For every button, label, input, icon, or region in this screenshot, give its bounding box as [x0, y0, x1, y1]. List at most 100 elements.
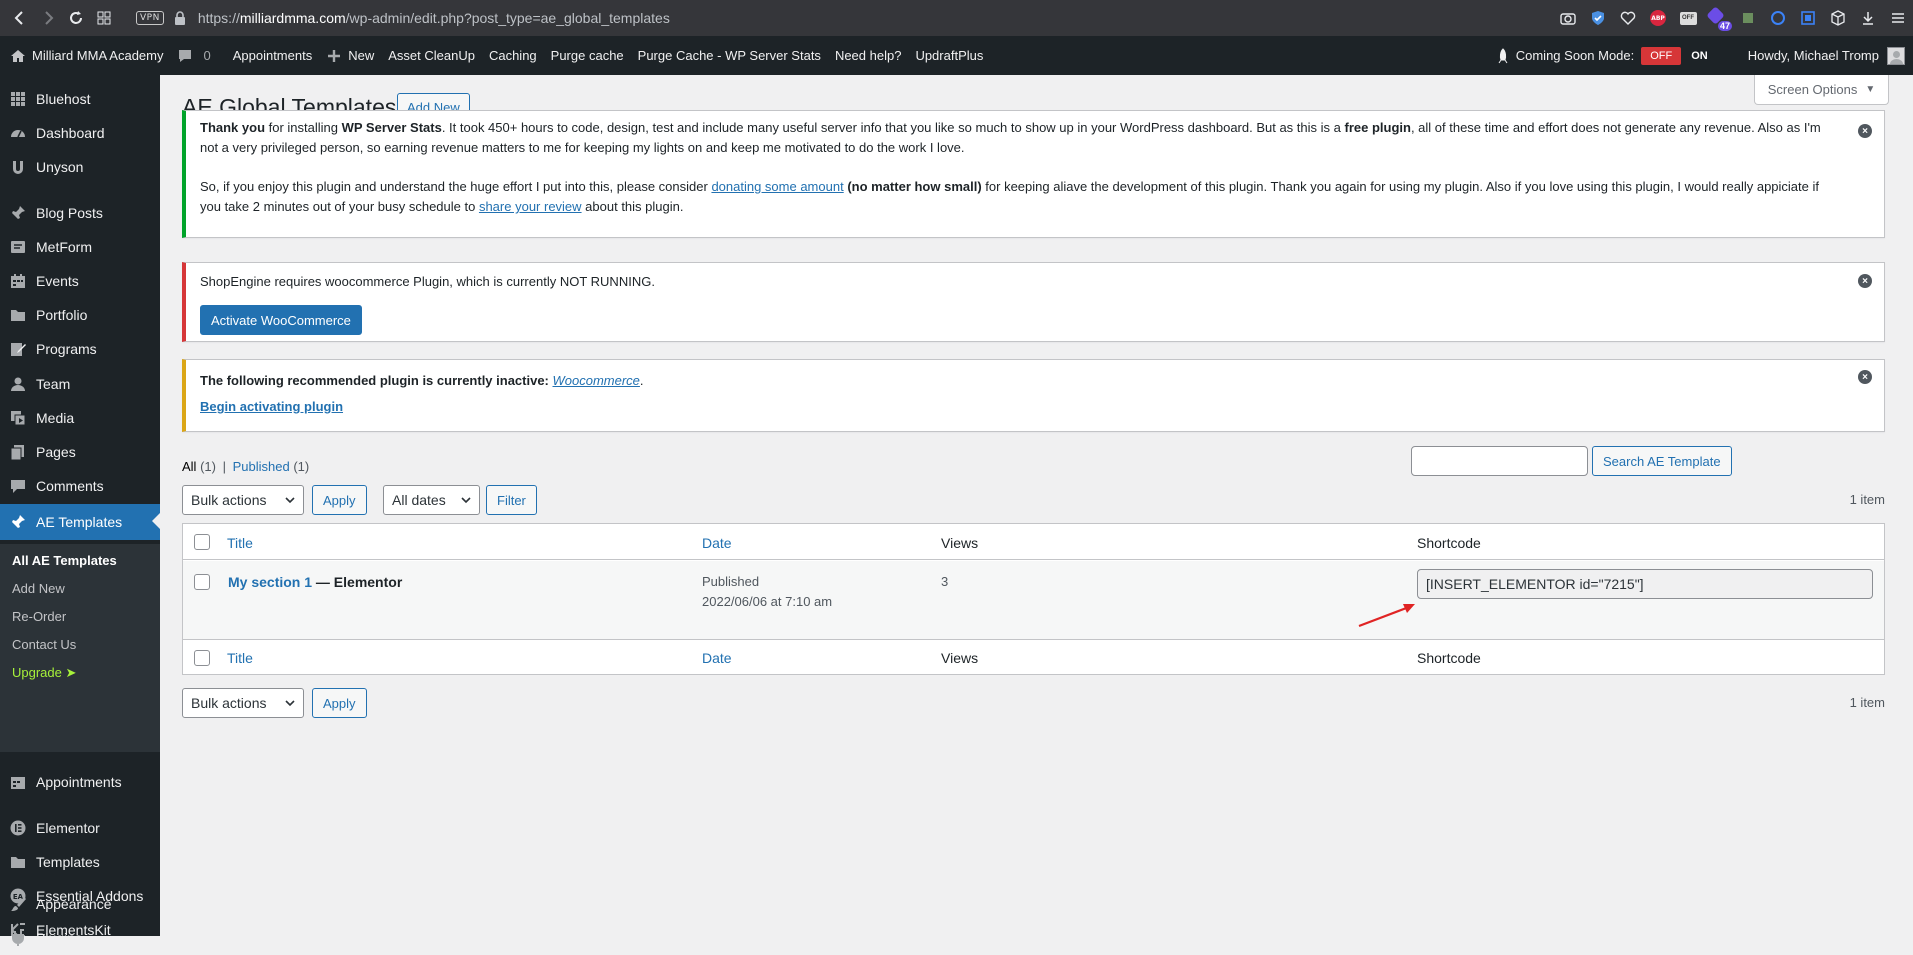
submenu-contact-us[interactable]: Contact Us — [12, 637, 76, 652]
heart-icon[interactable] — [1613, 0, 1643, 36]
tabs-grid-icon[interactable] — [90, 4, 118, 32]
sidebar-item-portfolio[interactable]: Portfolio — [0, 298, 160, 332]
sidebar-item-label: Pages — [36, 444, 76, 460]
vpn-badge[interactable]: VPN — [136, 11, 164, 25]
all-dates-value: All dates — [392, 492, 446, 508]
screen-options-button[interactable]: Screen Options ▼ — [1754, 75, 1889, 105]
coming-soon-on-toggle[interactable]: ON — [1691, 50, 1708, 62]
cube-extension-icon[interactable] — [1733, 0, 1763, 36]
frame-extension-icon[interactable] — [1793, 0, 1823, 36]
sidebar-item-ae-templates[interactable]: AE Templates — [0, 504, 160, 540]
forward-icon[interactable] — [34, 4, 62, 32]
sidebar-item-events[interactable]: Events — [0, 264, 160, 298]
column-date-footer[interactable]: Date — [702, 650, 732, 666]
sidebar-item-label: AE Templates — [36, 514, 123, 530]
sidebar-item-dashboard[interactable]: Dashboard — [0, 116, 160, 150]
sidebar-item-appointments[interactable]: Appointments — [0, 765, 160, 799]
caret-down-icon: ▼ — [1865, 84, 1876, 95]
bulk-actions-select-bottom[interactable]: Bulk actions — [182, 688, 304, 718]
address-bar[interactable]: https://milliardmma.com/wp-admin/edit.ph… — [198, 10, 670, 26]
bulk-actions-select-top[interactable]: Bulk actions — [182, 485, 304, 515]
search-ae-template-button[interactable]: Search AE Template — [1592, 446, 1732, 476]
sidebar-item-appearance[interactable]: Appearance — [0, 887, 160, 921]
adminbar-need-help[interactable]: Need help? — [835, 48, 902, 63]
select-all-checkbox[interactable] — [194, 534, 210, 550]
adminbar-purge-cache-wpss[interactable]: Purge Cache - WP Server Stats — [638, 48, 821, 63]
date-filter-select[interactable]: All dates — [383, 485, 480, 515]
dismiss-icon[interactable]: × — [1858, 124, 1872, 138]
wpss-notice-paragraph-1: Thank you for installing WP Server Stats… — [200, 118, 1840, 158]
sidebar-item-label: Bluehost — [36, 91, 91, 107]
sidebar-item-plugins[interactable]: Plugins — [0, 921, 160, 955]
table-row: My section 1 — Elementor Published 2022/… — [183, 561, 1884, 639]
filter-all[interactable]: All — [182, 459, 196, 474]
reload-icon[interactable] — [62, 4, 90, 32]
sidebar-item-elementor[interactable]: Elementor — [0, 811, 160, 845]
table-footer: Title Date Views Shortcode — [183, 639, 1884, 675]
column-title-header[interactable]: Title — [227, 535, 253, 551]
adminbar-new[interactable]: New — [326, 48, 374, 64]
annotation-arrow-icon — [1358, 604, 1415, 628]
sidebar-item-blog-posts[interactable]: Blog Posts — [0, 196, 160, 230]
submenu-all-ae-templates[interactable]: All AE Templates — [12, 553, 117, 568]
download-icon[interactable] — [1853, 0, 1883, 36]
sidebar-item-pages[interactable]: Pages — [0, 435, 160, 469]
back-icon[interactable] — [6, 4, 34, 32]
column-title-footer[interactable]: Title — [227, 650, 253, 666]
screenshot-icon[interactable] — [1553, 0, 1583, 36]
donate-link[interactable]: donating some amount — [711, 179, 843, 194]
sidebar-item-label: Elementor — [36, 820, 100, 836]
box-icon[interactable] — [1823, 0, 1853, 36]
coming-soon-off-toggle[interactable]: OFF — [1641, 46, 1682, 65]
filter-published[interactable]: Published — [233, 459, 290, 474]
select-all-checkbox-bottom[interactable] — [194, 650, 210, 666]
sidebar-item-metform[interactable]: MetForm — [0, 230, 160, 264]
sidebar-item-programs[interactable]: Programs — [0, 332, 160, 366]
url-path: /wp-admin/edit.php?post_type=ae_global_t… — [345, 10, 670, 26]
badge-extension-icon[interactable]: 47 — [1703, 0, 1733, 36]
submenu-add-new[interactable]: Add New — [12, 581, 65, 596]
sidebar-item-bluehost[interactable]: Bluehost — [0, 82, 160, 116]
submenu-upgrade[interactable]: Upgrade ➤ — [12, 665, 76, 681]
off-extension-icon[interactable]: OFF — [1673, 0, 1703, 36]
filter-all-count: (1) — [200, 459, 216, 474]
browser-menu-icon[interactable] — [1883, 0, 1913, 36]
column-date-header[interactable]: Date — [702, 535, 732, 551]
sidebar-item-unyson[interactable]: Unyson — [0, 150, 160, 184]
shield-icon[interactable] — [1583, 0, 1613, 36]
search-input[interactable] — [1411, 446, 1588, 476]
site-name-link[interactable]: Milliard MMA Academy — [10, 48, 163, 64]
lock-icon[interactable] — [174, 11, 186, 25]
adminbar-asset-cleanup[interactable]: Asset CleanUp — [388, 48, 475, 63]
filter-published-count: (1) — [293, 459, 310, 474]
adminbar-appointments[interactable]: Appointments — [233, 48, 313, 63]
circle-extension-icon[interactable] — [1763, 0, 1793, 36]
folder-icon — [0, 306, 36, 324]
row-title-link[interactable]: My section 1 — [228, 574, 312, 590]
my-account-menu[interactable]: Howdy, Michael Tromp — [1748, 46, 1905, 65]
adblock-icon[interactable]: ABP — [1643, 0, 1673, 36]
dismiss-icon[interactable]: × — [1858, 370, 1872, 384]
apply-button-bottom[interactable]: Apply — [312, 688, 367, 718]
apply-button-top[interactable]: Apply — [312, 485, 367, 515]
woocommerce-plugin-link[interactable]: Woocommerce — [553, 373, 640, 388]
sidebar-item-comments[interactable]: Comments — [0, 469, 160, 503]
submenu-re-order[interactable]: Re-Order — [12, 609, 66, 624]
sidebar-item-media[interactable]: Media — [0, 401, 160, 435]
folder-icon — [0, 853, 36, 871]
adminbar-purge-cache[interactable]: Purge cache — [551, 48, 624, 63]
begin-activating-plugin-link[interactable]: Begin activating plugin — [200, 399, 343, 414]
adminbar-updraftplus[interactable]: UpdraftPlus — [915, 48, 983, 63]
sidebar-item-templates[interactable]: Templates — [0, 845, 160, 879]
sidebar-item-team[interactable]: Team — [0, 367, 160, 401]
activate-woocommerce-button[interactable]: Activate WooCommerce — [200, 305, 362, 335]
dismiss-icon[interactable]: × — [1858, 274, 1872, 288]
share-review-link[interactable]: share your review — [479, 199, 582, 214]
status-filter-links: All (1) | Published (1) — [182, 459, 309, 474]
row-checkbox[interactable] — [194, 574, 210, 590]
comments-link[interactable]: 0 — [177, 48, 211, 64]
filter-button[interactable]: Filter — [486, 485, 537, 515]
row-status: Published — [702, 574, 760, 589]
adminbar-caching[interactable]: Caching — [489, 48, 537, 63]
shortcode-field[interactable]: [INSERT_ELEMENTOR id="7215"] — [1417, 569, 1873, 599]
